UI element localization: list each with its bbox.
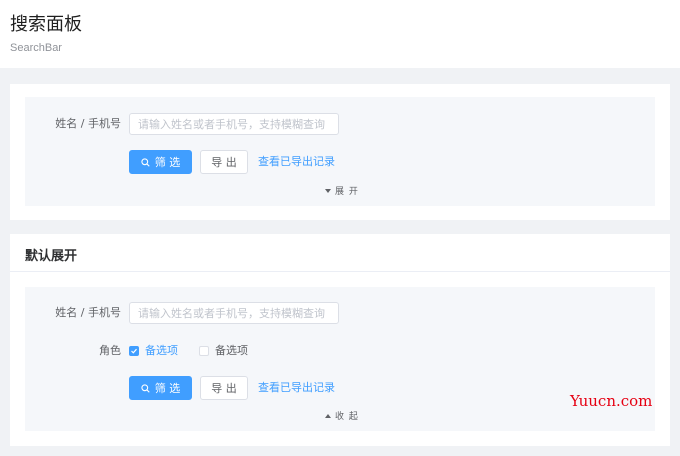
view-export-records-link[interactable]: 查看已导出记录 [258, 150, 335, 174]
collapse-toggle[interactable]: 收 起 [325, 409, 359, 422]
name-phone-label: 姓名 / 手机号 [55, 117, 121, 130]
search-panel: 姓名 / 手机号 筛 选 导 出 查看已导出记录 展 开 [25, 97, 655, 206]
caret-up-icon [325, 413, 331, 418]
collapse-toggle-label: 收 起 [335, 412, 359, 422]
role-checkbox-2[interactable]: 备选项 [199, 340, 248, 362]
page-header: 搜索面板 SearchBar [0, 0, 680, 68]
role-checkbox-1[interactable]: 备选项 [129, 340, 178, 362]
watermark: Yuucn.com [570, 392, 653, 410]
export-button-label: 导 出 [211, 156, 237, 169]
export-button-label: 导 出 [211, 382, 237, 395]
search-panel: 姓名 / 手机号 角色 备选项 备选项 筛 选 导 出 查看已导出记录 收 起 [25, 287, 655, 431]
page-title: 搜索面板 [10, 14, 82, 35]
page-subtitle: SearchBar [10, 42, 62, 54]
role-label: 角色 [99, 344, 121, 357]
expand-toggle-label: 展 开 [335, 187, 359, 197]
expand-toggle[interactable]: 展 开 [325, 184, 359, 197]
view-export-records-link[interactable]: 查看已导出记录 [258, 376, 335, 400]
filter-button-label: 筛 选 [154, 156, 181, 169]
name-phone-input[interactable] [129, 302, 339, 324]
name-phone-input[interactable] [129, 113, 339, 135]
card-title: 默认展开 [25, 249, 78, 264]
role-option-label: 备选项 [215, 344, 248, 357]
filter-button-label: 筛 选 [154, 382, 181, 395]
search-card-collapsed: 姓名 / 手机号 筛 选 导 出 查看已导出记录 展 开 [10, 84, 670, 220]
caret-down-icon [325, 188, 331, 193]
filter-button[interactable]: 筛 选 [129, 376, 192, 400]
name-phone-label: 姓名 / 手机号 [55, 306, 121, 319]
search-card-expanded: 默认展开 姓名 / 手机号 角色 备选项 备选项 筛 选 导 出 查看已导出记录… [10, 234, 670, 446]
checkbox-checked-icon [129, 346, 139, 356]
export-button[interactable]: 导 出 [200, 376, 248, 400]
filter-button[interactable]: 筛 选 [129, 150, 192, 174]
role-option-label: 备选项 [145, 344, 178, 357]
search-icon [141, 383, 150, 393]
checkbox-unchecked-icon [199, 346, 209, 356]
search-icon [141, 157, 150, 167]
card-header: 默认展开 [10, 234, 670, 272]
export-button[interactable]: 导 出 [200, 150, 248, 174]
